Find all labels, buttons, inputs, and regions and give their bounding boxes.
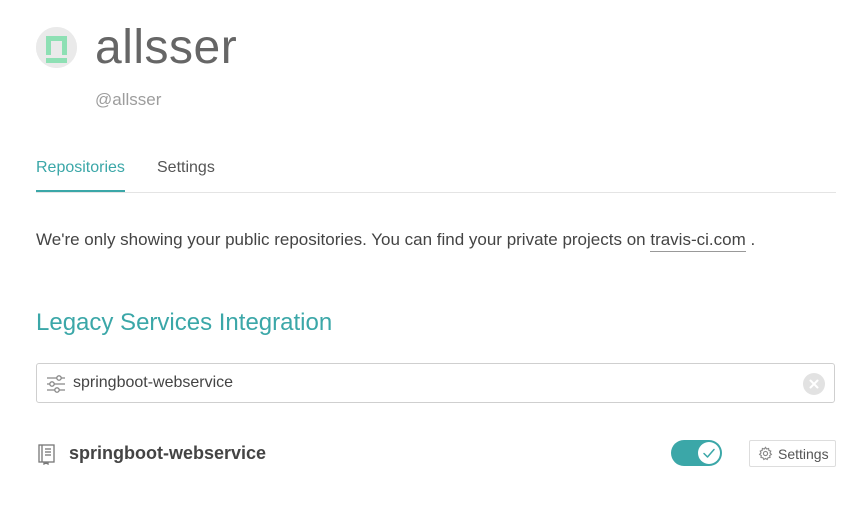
tab-repositories[interactable]: Repositories [36,155,125,192]
close-icon [809,379,819,389]
repository-filter [36,363,835,403]
gear-icon [758,446,773,461]
profile-name: allsser [95,21,238,74]
notice-suffix: . [750,230,756,249]
repository-name[interactable]: springboot-webservice [69,441,266,465]
avatar [36,27,77,68]
repository-settings-button[interactable]: Settings [749,440,836,467]
filter-input[interactable] [73,369,793,397]
section-title: Legacy Services Integration [36,309,333,336]
notice-text: We're only showing your public repositor… [36,230,646,249]
repository-row: springboot-webservice Settings [36,436,836,470]
public-repos-notice: We're only showing your public repositor… [36,228,755,252]
toggle-knob [698,442,720,464]
check-icon [703,448,715,458]
repo-icon [38,444,55,465]
profile-page: allsser @allsser Repositories Settings W… [0,0,864,505]
clear-filter-button[interactable] [803,373,825,395]
sliders-icon [47,375,65,393]
tab-settings[interactable]: Settings [157,155,215,191]
profile-tabs: Repositories Settings [36,155,836,193]
profile-handle: @allsser [95,90,162,109]
repository-toggle[interactable] [671,440,722,466]
settings-button-label: Settings [778,446,829,462]
travis-ci-com-link[interactable]: travis-ci.com [650,230,746,252]
identicon-icon [36,27,77,68]
